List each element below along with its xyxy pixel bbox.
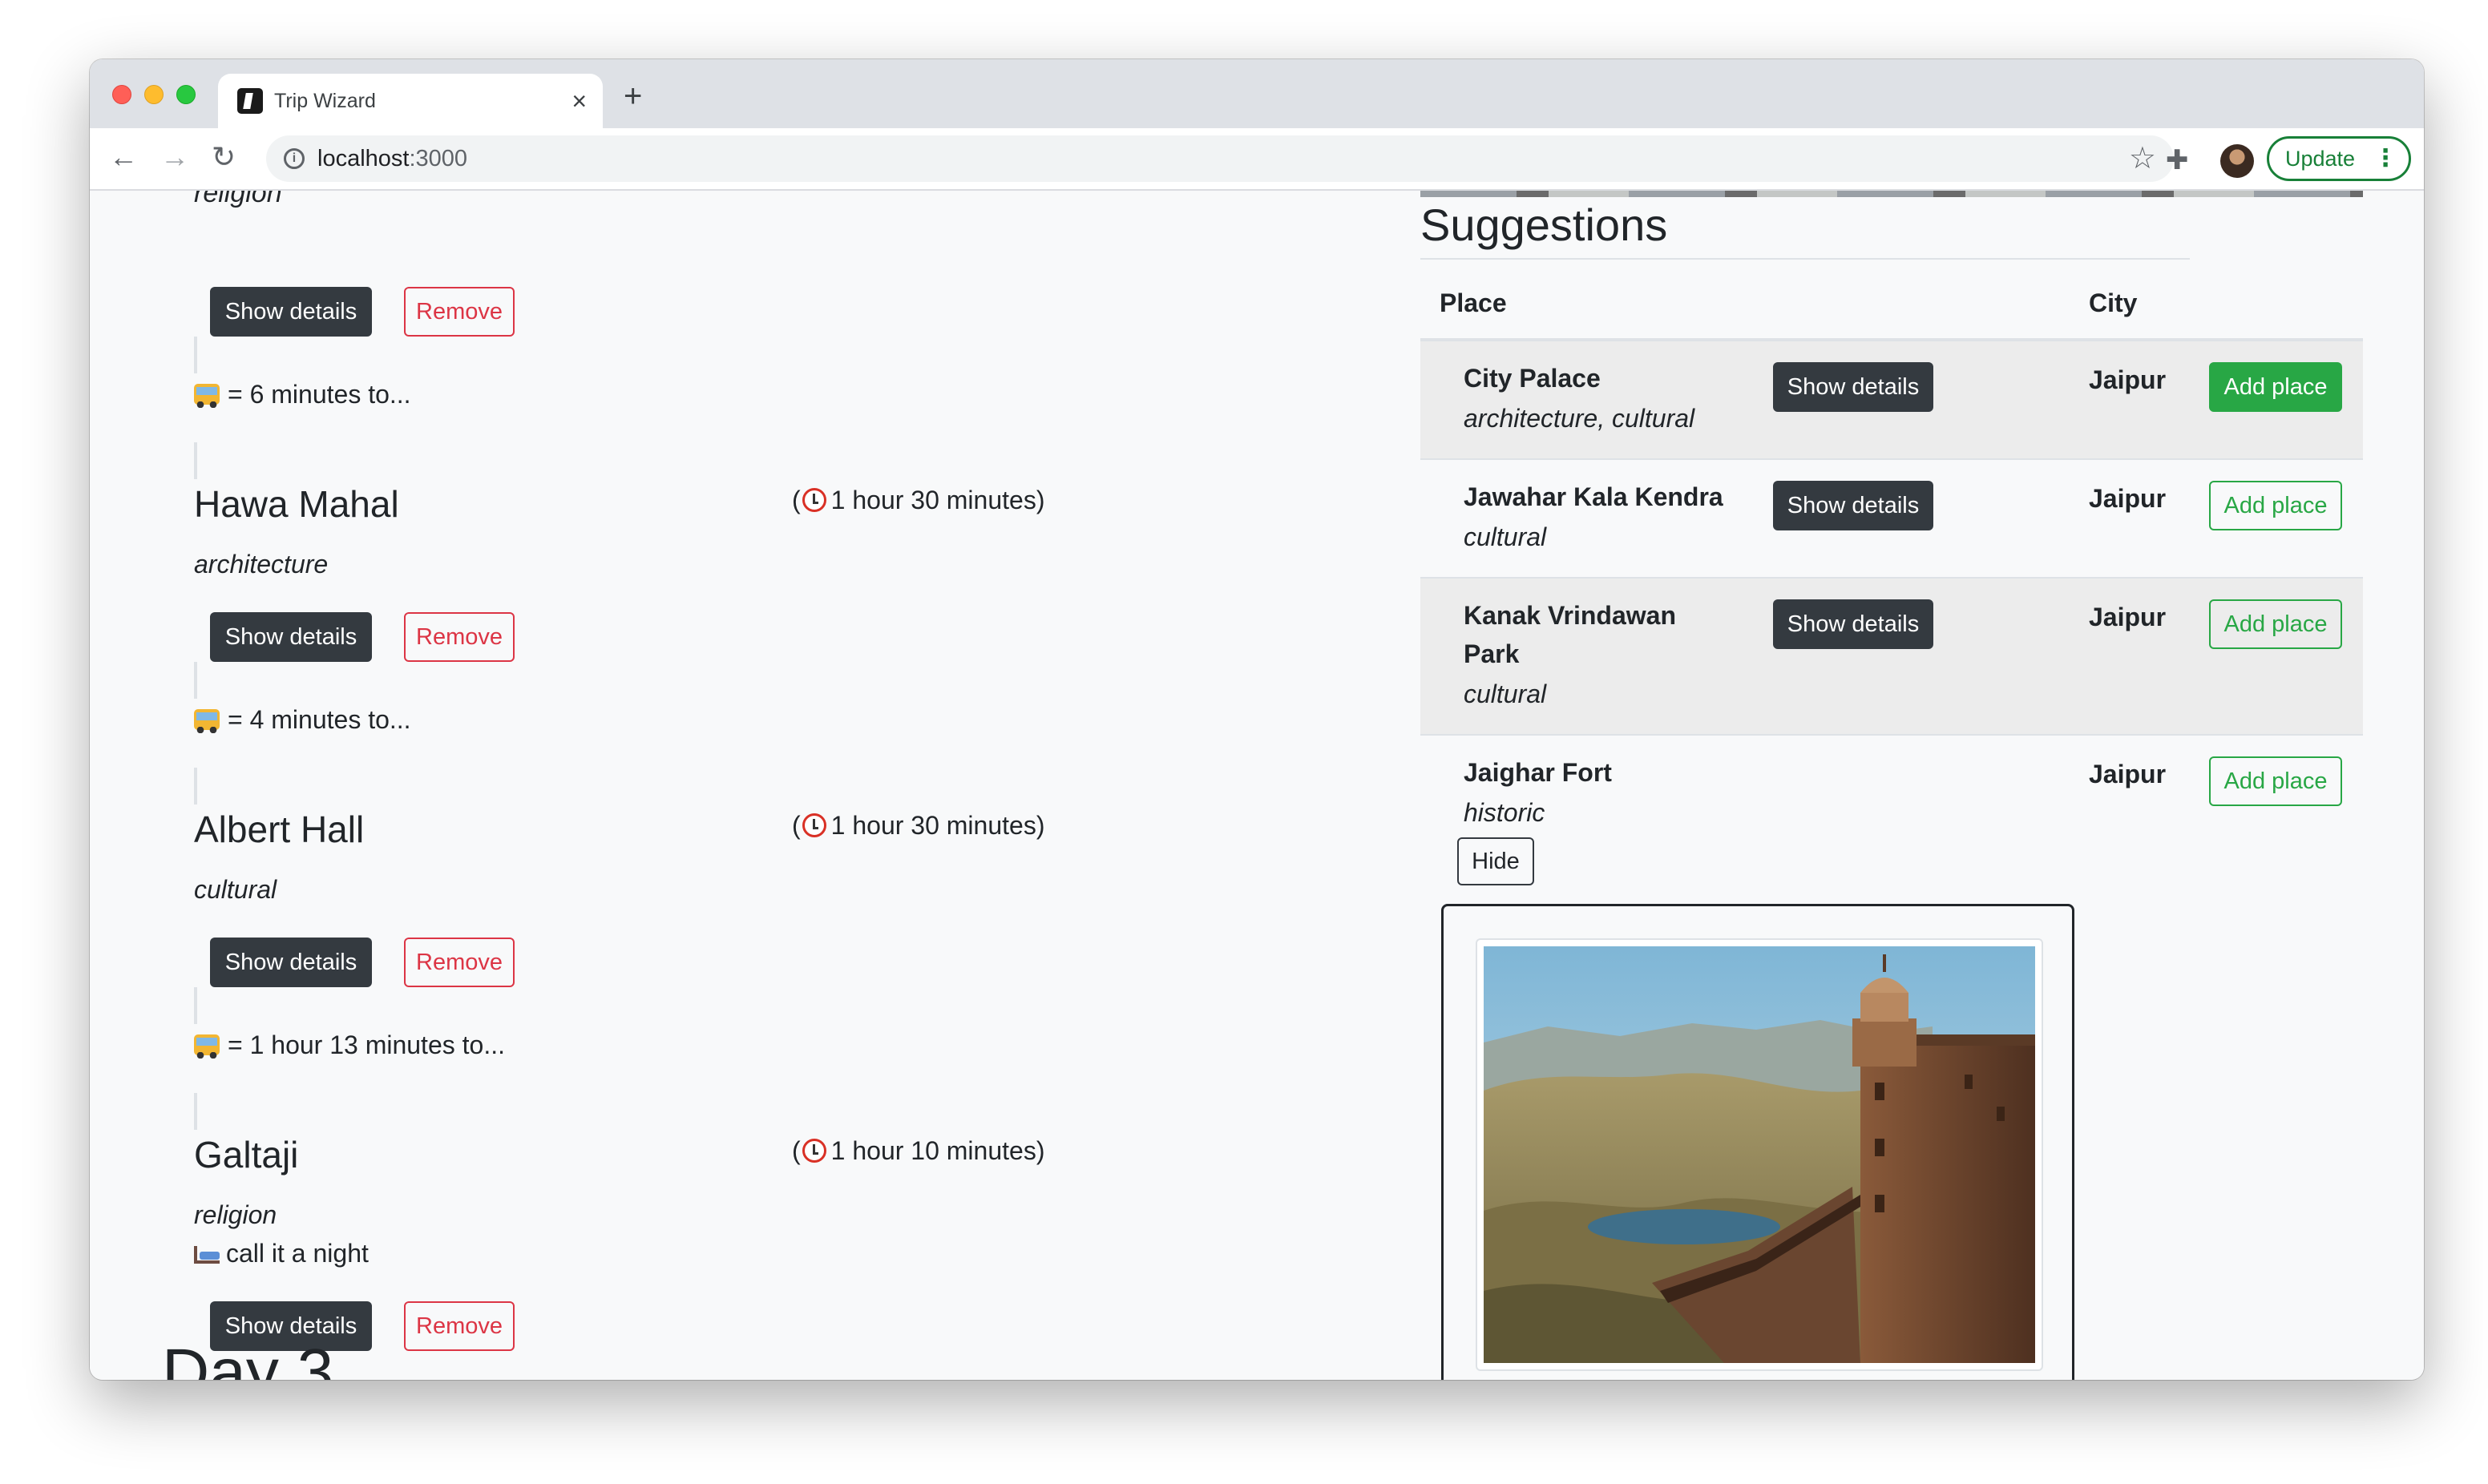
browser-toolbar: ← → ↻ i localhost:3000 ☆ ✚ Update ⋮ [90,128,2424,191]
place-category: architecture [194,550,329,579]
map-strip [1420,191,2363,197]
remove-button[interactable]: Remove [404,612,515,662]
timeline-connector [194,337,197,373]
minimize-window-button[interactable] [144,85,164,104]
update-button[interactable]: Update ⋮ [2267,136,2411,181]
table-row: City Palace architecture, cultural Show … [1420,341,2363,460]
hide-details-button[interactable]: Hide [1457,837,1534,885]
place-category: cultural [194,875,277,904]
url-text[interactable]: localhost:3000 [317,146,467,172]
browser-window: Trip Wizard × + ← → ↻ i localhost:3000 ☆… [90,59,2424,1380]
show-details-button[interactable]: Show details [210,938,372,987]
close-tab-icon[interactable]: × [572,85,587,117]
suggestion-category: historic [1464,798,1545,827]
suggestion-name: Jawahar Kala Kendra [1464,482,1723,511]
overnight-row: call it a night [194,1239,369,1268]
table-row: Kanak Vrindawan Park cultural Show detai… [1420,579,2363,736]
forward-arrow-icon[interactable]: → [160,141,189,173]
site-favicon-icon [237,88,263,114]
show-details-button[interactable]: Show details [210,612,372,662]
place-photo [1484,946,2035,1363]
suggestion-city: Jaipur [2089,603,2167,631]
column-header-place: Place [1440,288,1507,317]
suggestions-title: Suggestions [1420,200,1668,250]
bed-icon [194,1246,220,1264]
travel-time-row: = 6 minutes to... [194,380,411,409]
timeline-connector [194,662,197,699]
info-icon[interactable]: i [284,148,305,169]
show-details-button[interactable]: Show details [1773,599,1933,649]
add-place-button[interactable]: Add place [2209,756,2342,806]
travel-time-row: = 1 hour 13 minutes to... [194,1030,505,1060]
suggestion-city: Jaipur [2089,760,2167,788]
bus-icon [194,384,220,408]
alarm-clock-icon [802,488,826,512]
more-menu-icon[interactable]: ⋮ [2373,139,2397,179]
tab-trip-wizard[interactable]: Trip Wizard × [218,74,603,128]
place-name: Albert Hall [194,809,365,850]
reload-icon[interactable]: ↻ [212,141,236,173]
remove-button[interactable]: Remove [404,287,515,337]
maximize-window-button[interactable] [176,85,196,104]
show-details-button[interactable]: Show details [1773,362,1933,412]
timeline-connector [194,768,197,805]
suggestion-category: architecture, cultural [1464,404,1695,433]
show-details-button[interactable]: Show details [1773,481,1933,530]
tab-strip: Trip Wizard × + [90,59,2424,128]
place-detail-card [1441,904,2074,1380]
show-details-button[interactable]: Show details [210,287,372,337]
place-category-cutoff: religion [194,191,282,208]
bus-icon [194,1034,220,1059]
address-bar[interactable]: i localhost:3000 ☆ [266,135,2174,182]
suggestion-city: Jaipur [2089,484,2167,513]
back-arrow-icon[interactable]: ← [109,141,138,173]
place-duration: (1 hour 30 minutes) [792,811,1045,840]
place-duration: (1 hour 10 minutes) [792,1136,1045,1165]
travel-time-row: = 4 minutes to... [194,705,411,735]
suggestion-name: City Palace [1464,364,1601,393]
suggestion-city: Jaipur [2089,365,2167,394]
page-viewport: religion Show details Remove = 6 minutes… [90,191,2424,1380]
timeline-connector [194,987,197,1024]
suggestion-category: cultural [1464,522,1547,551]
place-name: Hawa Mahal [194,483,399,525]
remove-button[interactable]: Remove [404,938,515,987]
suggestion-category: cultural [1464,679,1547,708]
add-place-button[interactable]: Add place [2209,481,2342,530]
column-header-city: City [2089,288,2138,317]
add-place-button[interactable]: Add place [2209,599,2342,649]
day-heading: Day 3 [162,1336,334,1380]
new-tab-icon[interactable]: + [624,80,642,112]
timeline-connector [194,1093,197,1130]
alarm-clock-icon [802,1139,826,1163]
table-row: Jawahar Kala Kendra cultural Show detail… [1420,460,2363,579]
bus-icon [194,709,220,733]
alarm-clock-icon [802,813,826,837]
add-place-button[interactable]: Add place [2209,362,2342,412]
timeline-connector [194,442,197,479]
suggestion-name: Kanak Vrindawan Park [1464,601,1676,668]
divider [1420,258,2190,260]
suggestion-name: Jaighar Fort [1464,758,1612,787]
extensions-icon[interactable]: ✚ [2166,144,2189,176]
remove-button[interactable]: Remove [404,1301,515,1351]
place-category: religion [194,1200,277,1229]
place-name: Galtaji [194,1134,299,1176]
bookmark-star-icon[interactable]: ☆ [2129,140,2156,176]
place-photo-frame [1476,938,2043,1371]
profile-avatar[interactable] [2220,144,2254,178]
tab-title: Trip Wizard [274,90,376,112]
place-duration: (1 hour 30 minutes) [792,486,1045,514]
close-window-button[interactable] [112,85,131,104]
